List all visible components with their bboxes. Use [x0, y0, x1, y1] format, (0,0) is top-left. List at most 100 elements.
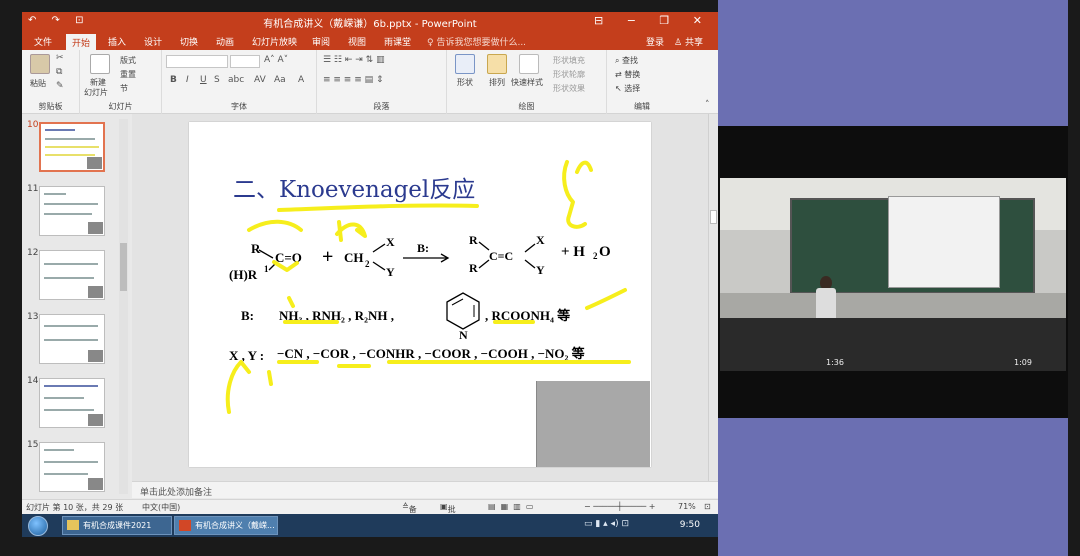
slide[interactable]: 二、Knoevenagel反应 R (H)R 1 C=O + CH 2 X Y …	[189, 122, 651, 467]
side-panel-bottom	[718, 418, 1068, 556]
window-controls[interactable]: ⊟ − ❐ ✕	[594, 14, 712, 27]
tab-slideshow[interactable]: 幻灯片放映	[252, 35, 297, 48]
drawing-group: 形状 排列 快速样式 形状填充 形状轮廓 形状效果 绘图	[447, 50, 607, 114]
select-button[interactable]: ↖ 选择	[615, 83, 640, 94]
clipboard-group: 粘贴 ✂ ⧉ ✎ 剪贴板	[22, 50, 80, 114]
thumb-number: 15	[27, 440, 39, 450]
product-r1: R	[469, 261, 478, 275]
layout-button[interactable]: 版式	[120, 55, 136, 66]
shape-fill-button[interactable]: 形状填充	[553, 55, 585, 66]
drawing-group-label: 绘图	[518, 102, 535, 111]
new-slide-icon[interactable]	[90, 54, 110, 74]
font-color-icon[interactable]: A	[298, 75, 304, 85]
font-group: A˄ A˅ B I U S abc AV Aa A 字体	[162, 50, 317, 114]
start-button[interactable]	[28, 516, 48, 536]
slides-group-label: 幻灯片	[108, 102, 133, 111]
water-sub: 2	[593, 251, 598, 261]
product-x: X	[536, 233, 545, 247]
substituent-y: Y	[386, 265, 395, 279]
screen-edge	[1068, 0, 1080, 556]
tab-review[interactable]: 审阅	[312, 35, 330, 48]
slide-scroll-thumb[interactable]	[710, 210, 717, 224]
bold-icon[interactable]: B	[170, 75, 177, 85]
fit-slide-icon[interactable]: ⊡	[704, 502, 711, 511]
format-painter-icon[interactable]: ✎	[56, 81, 64, 91]
product-y: Y	[536, 263, 545, 277]
shape-outline-button[interactable]: 形状轮廓	[553, 69, 585, 80]
font-group-label: 字体	[231, 102, 247, 111]
change-case-icon[interactable]: Aa	[274, 75, 286, 85]
underline-icon[interactable]: U	[200, 75, 207, 85]
share-button[interactable]: ♙ 共享	[674, 35, 703, 48]
shape-effects-button[interactable]: 形状效果	[553, 83, 585, 94]
thumbnail-slide-10[interactable]	[39, 122, 105, 172]
language-indicator[interactable]: 中文(中国)	[142, 502, 180, 513]
find-button[interactable]: ⌕ 查找	[615, 55, 638, 66]
ch2: CH	[344, 250, 364, 265]
copy-icon[interactable]: ⧉	[56, 67, 62, 77]
collapse-ribbon-icon[interactable]: ˄	[705, 100, 710, 110]
thumbnail-slide-12[interactable]	[39, 250, 105, 300]
font-size-combo[interactable]	[230, 55, 260, 68]
tell-me-text: 告诉我您想要做什么...	[436, 38, 527, 48]
zoom-level[interactable]: 71%	[678, 502, 696, 511]
arrange-icon[interactable]	[487, 54, 507, 74]
cut-icon[interactable]: ✂	[56, 53, 64, 63]
bullets-icon[interactable]: ☰ ☷ ⇤ ⇥ ⇅ ▥	[323, 55, 385, 65]
taskbar-item-powerpoint-label: 有机合成讲义（戴嵘...	[195, 521, 275, 530]
replace-label: 替换	[624, 70, 641, 79]
paste-icon[interactable]	[30, 54, 50, 74]
paste-label: 粘贴	[30, 79, 46, 88]
select-label: 选择	[624, 84, 641, 93]
thumbnail-slide-11[interactable]	[39, 186, 105, 236]
strikethrough-icon[interactable]: abc	[228, 75, 244, 85]
thumbnail-slide-13[interactable]	[39, 314, 105, 364]
thumbnail-scrollbar[interactable]	[119, 119, 128, 494]
video-time-right: 1:09	[1014, 358, 1032, 367]
tab-transitions[interactable]: 切换	[180, 35, 198, 48]
section-button[interactable]: 节	[120, 83, 128, 94]
shadow-icon[interactable]: S	[214, 75, 220, 85]
shapes-icon[interactable]	[455, 54, 475, 74]
notes-button[interactable]: ≙ 备注	[402, 502, 417, 525]
xy-groups: −CN , −COR , −CONHR , −COOR , −COOH , −N…	[277, 346, 585, 361]
tell-me-box[interactable]: ♀ 告诉我您想要做什么...	[427, 35, 526, 48]
taskbar-item-folder[interactable]: 有机合成课件2021	[62, 516, 172, 535]
slide-scrollbar[interactable]	[708, 114, 718, 481]
view-buttons[interactable]: ▤ ▦ ▥ ▭	[488, 502, 534, 511]
taskbar: 有机合成课件2021 有机合成讲义（戴嵘... ▭ ▮ ▴ ◂) ⊡ 9:50	[22, 514, 718, 537]
thumbnail-slide-15[interactable]	[39, 442, 105, 492]
notes-pane[interactable]: 单击此处添加备注	[132, 481, 718, 498]
thumbnail-slide-14[interactable]	[39, 378, 105, 428]
align-icons[interactable]: ≡ ≡ ≡ ≡ ▤ ⇕	[323, 75, 384, 85]
tab-file[interactable]: 文件	[34, 35, 52, 48]
tab-view[interactable]: 视图	[348, 35, 366, 48]
tab-home[interactable]: 开始	[66, 34, 97, 50]
thumb-number: 13	[27, 312, 39, 322]
thumbnail-scroll-thumb[interactable]	[120, 243, 127, 291]
char-spacing-icon[interactable]: AV	[254, 75, 266, 85]
taskbar-item-powerpoint[interactable]: 有机合成讲义（戴嵘...	[174, 516, 278, 535]
font-name-combo[interactable]	[166, 55, 228, 68]
tab-rain-classroom[interactable]: 雨课堂	[384, 35, 411, 48]
teacher	[816, 288, 836, 322]
thumb-number: 10	[27, 120, 39, 130]
clock[interactable]: 9:50	[680, 520, 700, 530]
tray-icons[interactable]: ▭ ▮ ▴ ◂) ⊡	[584, 519, 629, 529]
video-time-left: 1:36	[826, 358, 844, 367]
tab-animations[interactable]: 动画	[216, 35, 234, 48]
taskbar-item-folder-label: 有机合成课件2021	[83, 521, 152, 530]
comments-button[interactable]: ▣ 批注	[440, 502, 456, 525]
classroom-scene: 1:36 1:09	[720, 178, 1066, 371]
notes-placeholder: 单击此处添加备注	[140, 488, 213, 498]
italic-icon[interactable]: I	[186, 75, 189, 85]
reset-button[interactable]: 重置	[120, 69, 136, 80]
grow-font-icon[interactable]: A˄ A˅	[264, 55, 288, 65]
zoom-slider[interactable]: − ─────┼───── +	[584, 502, 655, 511]
tab-design[interactable]: 设计	[144, 35, 162, 48]
login-link[interactable]: 登录	[646, 35, 664, 48]
slide-canvas: 二、Knoevenagel反应 R (H)R 1 C=O + CH 2 X Y …	[132, 114, 708, 481]
quick-styles-icon[interactable]	[519, 54, 539, 74]
tab-insert[interactable]: 插入	[108, 35, 126, 48]
replace-button[interactable]: ⇄ 替换	[615, 69, 640, 80]
